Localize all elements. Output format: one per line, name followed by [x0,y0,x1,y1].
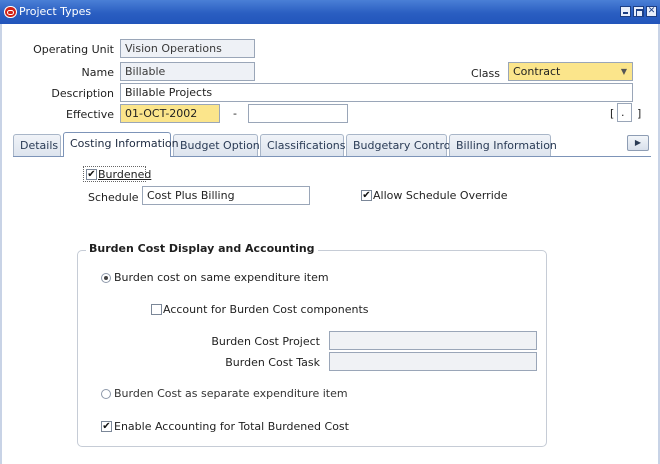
description-field[interactable]: Billable Projects [120,83,633,102]
account-burden-components-checkbox[interactable] [151,304,162,315]
burdened-label: Burdened [98,168,152,181]
tab-billing-information[interactable]: Billing Information [449,134,557,156]
class-label: Class [471,67,500,80]
class-value: Contract [513,65,561,78]
burdened-checkbox[interactable]: ✔ [86,169,97,180]
tab-classifications[interactable]: Classifications [260,134,346,156]
flexfield-bracket-close: ] [637,107,642,120]
operating-unit-label: Operating Unit [33,43,114,56]
minimize-button[interactable] [620,6,631,17]
schedule-label: Schedule [88,191,139,204]
chevron-right-icon: ▶ [634,138,642,147]
radio-burden-same-item[interactable] [101,273,111,283]
burden-cost-group-title: Burden Cost Display and Accounting [86,242,318,255]
descriptive-flexfield[interactable]: . [617,103,632,122]
radio-burden-same-item-label: Burden cost on same expenditure item [114,271,329,284]
burden-cost-task-label: Burden Cost Task [225,356,320,369]
tab-scroll-right-button[interactable]: ▶ [627,135,649,151]
burden-cost-project-field[interactable] [329,331,537,350]
class-select[interactable]: Contract ▼ [508,62,633,81]
radio-burden-separate-item[interactable] [101,389,111,399]
description-label: Description [51,87,114,100]
chevron-down-icon[interactable]: ▼ [618,65,630,78]
tab-budget-option[interactable]: Budget Option [173,134,260,156]
tab-costing-information[interactable]: Costing Information [63,132,179,157]
allow-schedule-override-checkbox[interactable]: ✔ [361,190,372,201]
operating-unit-field[interactable]: Vision Operations [120,39,255,58]
tab-budgetary-control[interactable]: Budgetary Control [346,134,454,156]
tab-details[interactable]: Details [13,134,61,156]
window-title: Project Types [19,5,92,18]
account-burden-components-label: Account for Burden Cost components [163,303,369,316]
allow-schedule-override-label: Allow Schedule Override [373,189,508,202]
effective-date-separator: - [233,107,237,120]
name-label: Name [81,66,114,79]
oracle-logo-icon [4,6,17,18]
enable-accounting-checkbox[interactable]: ✔ [101,421,112,432]
name-field[interactable]: Billable [120,62,255,81]
effective-to-field[interactable] [248,104,348,123]
maximize-button[interactable] [633,6,644,17]
burden-cost-project-label: Burden Cost Project [211,335,320,348]
effective-label: Effective [66,108,114,121]
flexfield-bracket-open: [ [610,107,615,120]
burden-cost-task-field[interactable] [329,352,537,371]
schedule-field[interactable]: Cost Plus Billing [142,186,310,205]
radio-burden-separate-item-label: Burden Cost as separate expenditure item [114,387,348,400]
effective-from-field[interactable]: 01-OCT-2002 [120,104,220,123]
enable-accounting-label: Enable Accounting for Total Burdened Cos… [114,420,349,433]
close-button[interactable]: ✕ [646,6,657,17]
window-titlebar: Project Types ✕ [0,0,660,24]
